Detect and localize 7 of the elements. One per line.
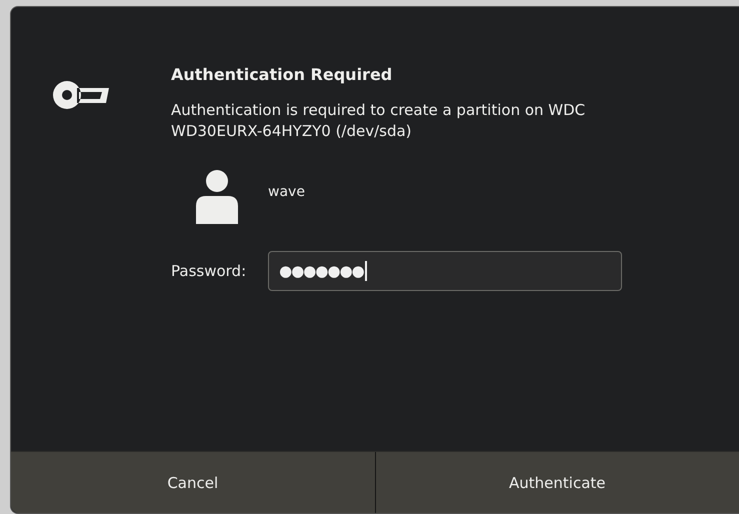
user-avatar-icon xyxy=(194,170,240,224)
dialog-message: Authentication is required to create a partition on WDC WD30EURX-64HYZY0 (/dev/sda) xyxy=(171,100,586,142)
password-label: Password: xyxy=(171,262,246,280)
user-name: wave xyxy=(268,184,305,200)
key-icon xyxy=(51,79,111,111)
password-field[interactable]: ●●●●●●● xyxy=(268,251,622,291)
dialog-title: Authentication Required xyxy=(171,65,394,84)
